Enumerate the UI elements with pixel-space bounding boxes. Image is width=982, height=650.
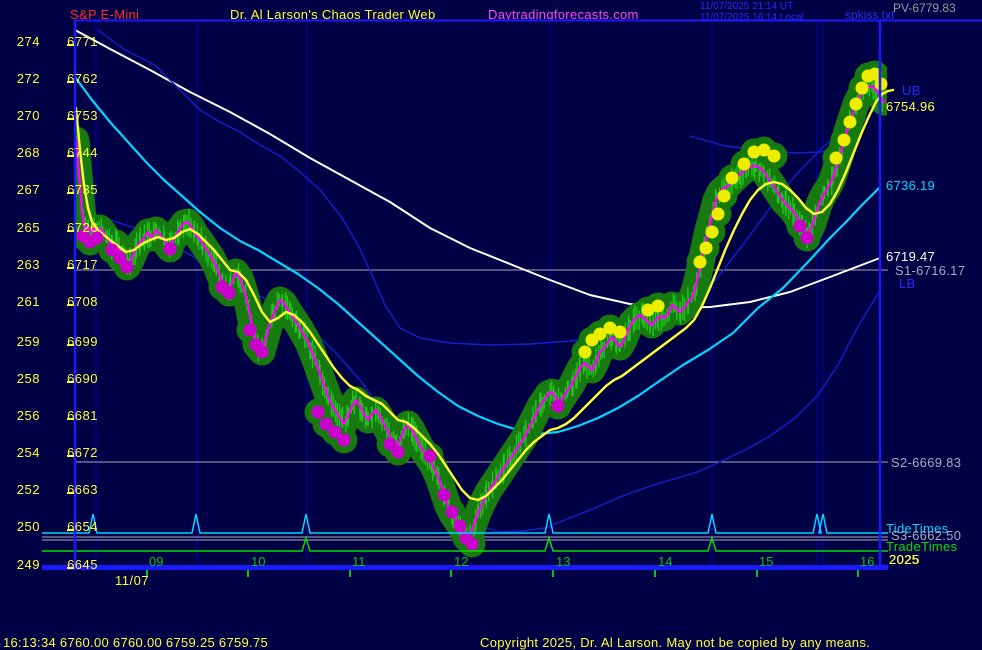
- contract-price-label: 270: [6, 108, 40, 123]
- y-axis-row: 261 6708: [6, 294, 98, 309]
- sell-signal-dot: [726, 172, 739, 185]
- price-chart: [0, 0, 982, 650]
- contract-price-label: 268: [6, 145, 40, 160]
- index-price-label: 6726: [52, 220, 98, 235]
- y-axis-row: 263 6717: [6, 257, 98, 272]
- buy-signal-dot: [244, 324, 257, 337]
- contract-price-label: 259: [6, 334, 40, 349]
- index-price-label: 6699: [52, 334, 98, 349]
- index-price-label: 6708: [52, 294, 98, 309]
- sell-signal-dot: [830, 152, 843, 165]
- contract-price-label: 274: [6, 34, 40, 49]
- quote-ticker: 16:13:34 6760.00 6760.00 6759.25 6759.75: [3, 635, 268, 650]
- contract-price-label: 249: [6, 557, 40, 572]
- contract-price-label: 261: [6, 294, 40, 309]
- x-axis-hour-label: 15: [759, 554, 773, 569]
- x-axis-hour-label: 09: [149, 554, 163, 569]
- buy-signal-dot: [223, 287, 236, 300]
- index-price-label: 6663: [52, 482, 98, 497]
- y-axis-row: 250 6654: [6, 519, 98, 534]
- copyright-notice: Copyright 2025, Dr. Al Larson. May not b…: [480, 635, 870, 650]
- y-axis-row: 256 6681: [6, 408, 98, 423]
- x-axis-hour-label: 16: [860, 554, 874, 569]
- x-axis-hour-label: 12: [454, 554, 468, 569]
- buy-signal-dot: [466, 538, 479, 551]
- sell-signal-dot: [856, 82, 869, 95]
- y-axis-row: 265 6726: [6, 220, 98, 235]
- sell-signal-dot: [614, 326, 627, 339]
- index-price-label: 6672: [52, 445, 98, 460]
- index-price-label: 6717: [52, 257, 98, 272]
- y-axis-row: 259 6699: [6, 334, 98, 349]
- buy-signal-dot: [438, 489, 451, 502]
- index-price-label: 6645: [52, 557, 98, 572]
- y-axis-row: 272 6762: [6, 71, 98, 86]
- buy-signal-dot: [801, 232, 814, 245]
- index-price-label: 6753: [52, 108, 98, 123]
- y-axis-row: 254 6672: [6, 445, 98, 460]
- contract-price-label: 267: [6, 182, 40, 197]
- index-price-label: 6690: [52, 371, 98, 386]
- x-axis-hour-label: 14: [658, 554, 672, 569]
- x-axis-hour-label: 11: [352, 554, 366, 569]
- x-axis-date-label: 11/07: [115, 573, 149, 588]
- x-axis-hour-label: 10: [251, 554, 265, 569]
- sell-signal-dot: [652, 300, 665, 313]
- contract-price-label: 252: [6, 482, 40, 497]
- buy-signal-dot: [552, 400, 565, 413]
- sell-signal-dot: [706, 226, 719, 239]
- sell-signal-dot: [850, 98, 863, 111]
- sell-signal-dot: [738, 158, 751, 171]
- y-axis-row: 258 6690: [6, 371, 98, 386]
- level-label-ub: UB: [902, 83, 921, 98]
- buy-signal-dot: [794, 220, 807, 233]
- index-price-label: 6681: [52, 408, 98, 423]
- buy-signal-dot: [454, 520, 467, 533]
- buy-signal-dot: [424, 450, 437, 463]
- sell-signal-dot: [844, 116, 857, 129]
- y-axis-row: 249 6645: [6, 557, 98, 572]
- sell-signal-dot: [768, 150, 781, 163]
- contract-price-label: 265: [6, 220, 40, 235]
- level-label-6754-96: 6754.96: [886, 99, 935, 114]
- y-axis-row: 252 6663: [6, 482, 98, 497]
- index-price-label: 6654: [52, 519, 98, 534]
- level-label-6719-47: 6719.47: [886, 249, 935, 264]
- y-axis-row: 270 6753: [6, 108, 98, 123]
- index-price-label: 6735: [52, 182, 98, 197]
- buy-signal-dot: [121, 261, 134, 274]
- level-label-6736-19: 6736.19: [886, 178, 935, 193]
- y-axis-row: 274 6771: [6, 34, 98, 49]
- index-price-label: 6744: [52, 145, 98, 160]
- buy-signal-dot: [446, 506, 459, 519]
- buy-signal-dot: [256, 346, 269, 359]
- contract-price-label: 263: [6, 257, 40, 272]
- buy-signal-dot: [164, 243, 177, 256]
- contract-price-label: 272: [6, 71, 40, 86]
- sell-signal-dot: [718, 190, 731, 203]
- y-axis-row: 268 6744: [6, 145, 98, 160]
- price-band: [70, 61, 895, 558]
- chaos-trader-screen: S&P E-Mini Dr. Al Larson's Chaos Trader …: [0, 0, 982, 650]
- contract-price-label: 256: [6, 408, 40, 423]
- sell-signal-dot: [700, 242, 713, 255]
- x-axis-hour-label: 13: [556, 554, 570, 569]
- level-label-lb: LB: [899, 276, 916, 291]
- sell-signal-dot: [712, 208, 725, 221]
- sell-signal-dot: [579, 346, 592, 359]
- sell-signal-dot: [694, 256, 707, 269]
- index-price-label: 6771: [52, 34, 98, 49]
- buy-signal-dot: [338, 434, 351, 447]
- contract-price-label: 258: [6, 371, 40, 386]
- buy-signal-dot: [312, 406, 325, 419]
- x-axis-year-label: 2025: [889, 552, 920, 567]
- contract-price-label: 250: [6, 519, 40, 534]
- index-price-label: 6762: [52, 71, 98, 86]
- level-label-s2-6669-83: S2-6669.83: [891, 455, 961, 470]
- sell-signal-dot: [838, 134, 851, 147]
- y-axis-row: 267 6735: [6, 182, 98, 197]
- contract-price-label: 254: [6, 445, 40, 460]
- buy-signal-dot: [392, 446, 405, 459]
